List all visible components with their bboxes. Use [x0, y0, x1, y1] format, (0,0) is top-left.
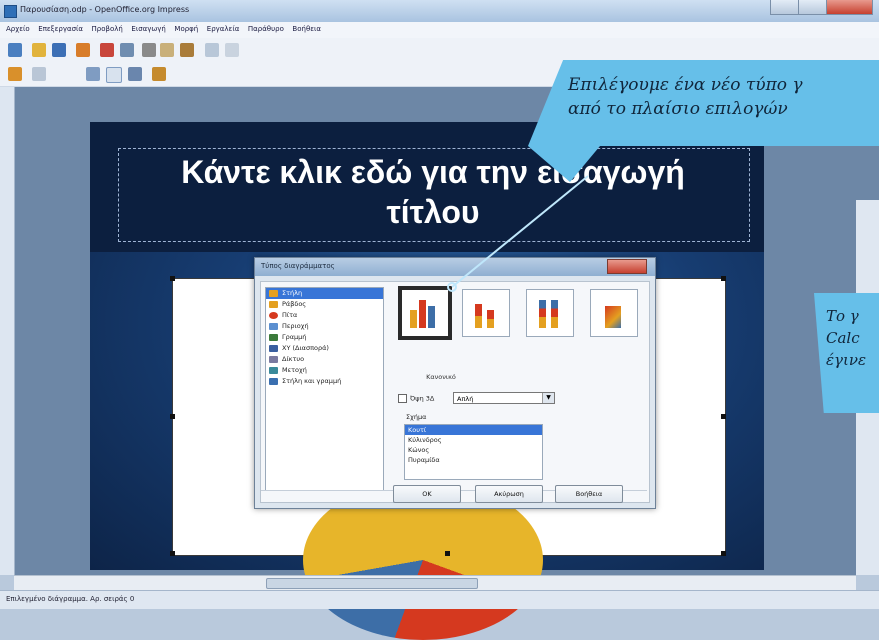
- callout-top: Επιλέγουμε ένα νέο τύπο γ από το πλαίσιο…: [528, 60, 879, 146]
- scrollbar-thumb[interactable]: [266, 578, 478, 589]
- status-bar: Επιλεγμένο διάγραμμα. Αρ. σειράς 0: [0, 590, 879, 609]
- horizontal-scrollbar[interactable]: [14, 575, 856, 590]
- callout-tail: [528, 146, 600, 182]
- callout-text: Επιλέγουμε ένα νέο τύπο γ: [568, 75, 803, 95]
- status-text: Επιλεγμένο διάγραμμα. Αρ. σειράς 0: [6, 595, 135, 603]
- callout-text: έγινε: [826, 351, 867, 369]
- callout-text: Calc: [826, 329, 860, 347]
- callout-line: [451, 175, 589, 288]
- callout-text: Το γ: [826, 307, 859, 325]
- callout-right: Το γ Calc έγινε: [814, 293, 879, 413]
- callout-text: από το πλαίσιο επιλογών: [568, 99, 788, 119]
